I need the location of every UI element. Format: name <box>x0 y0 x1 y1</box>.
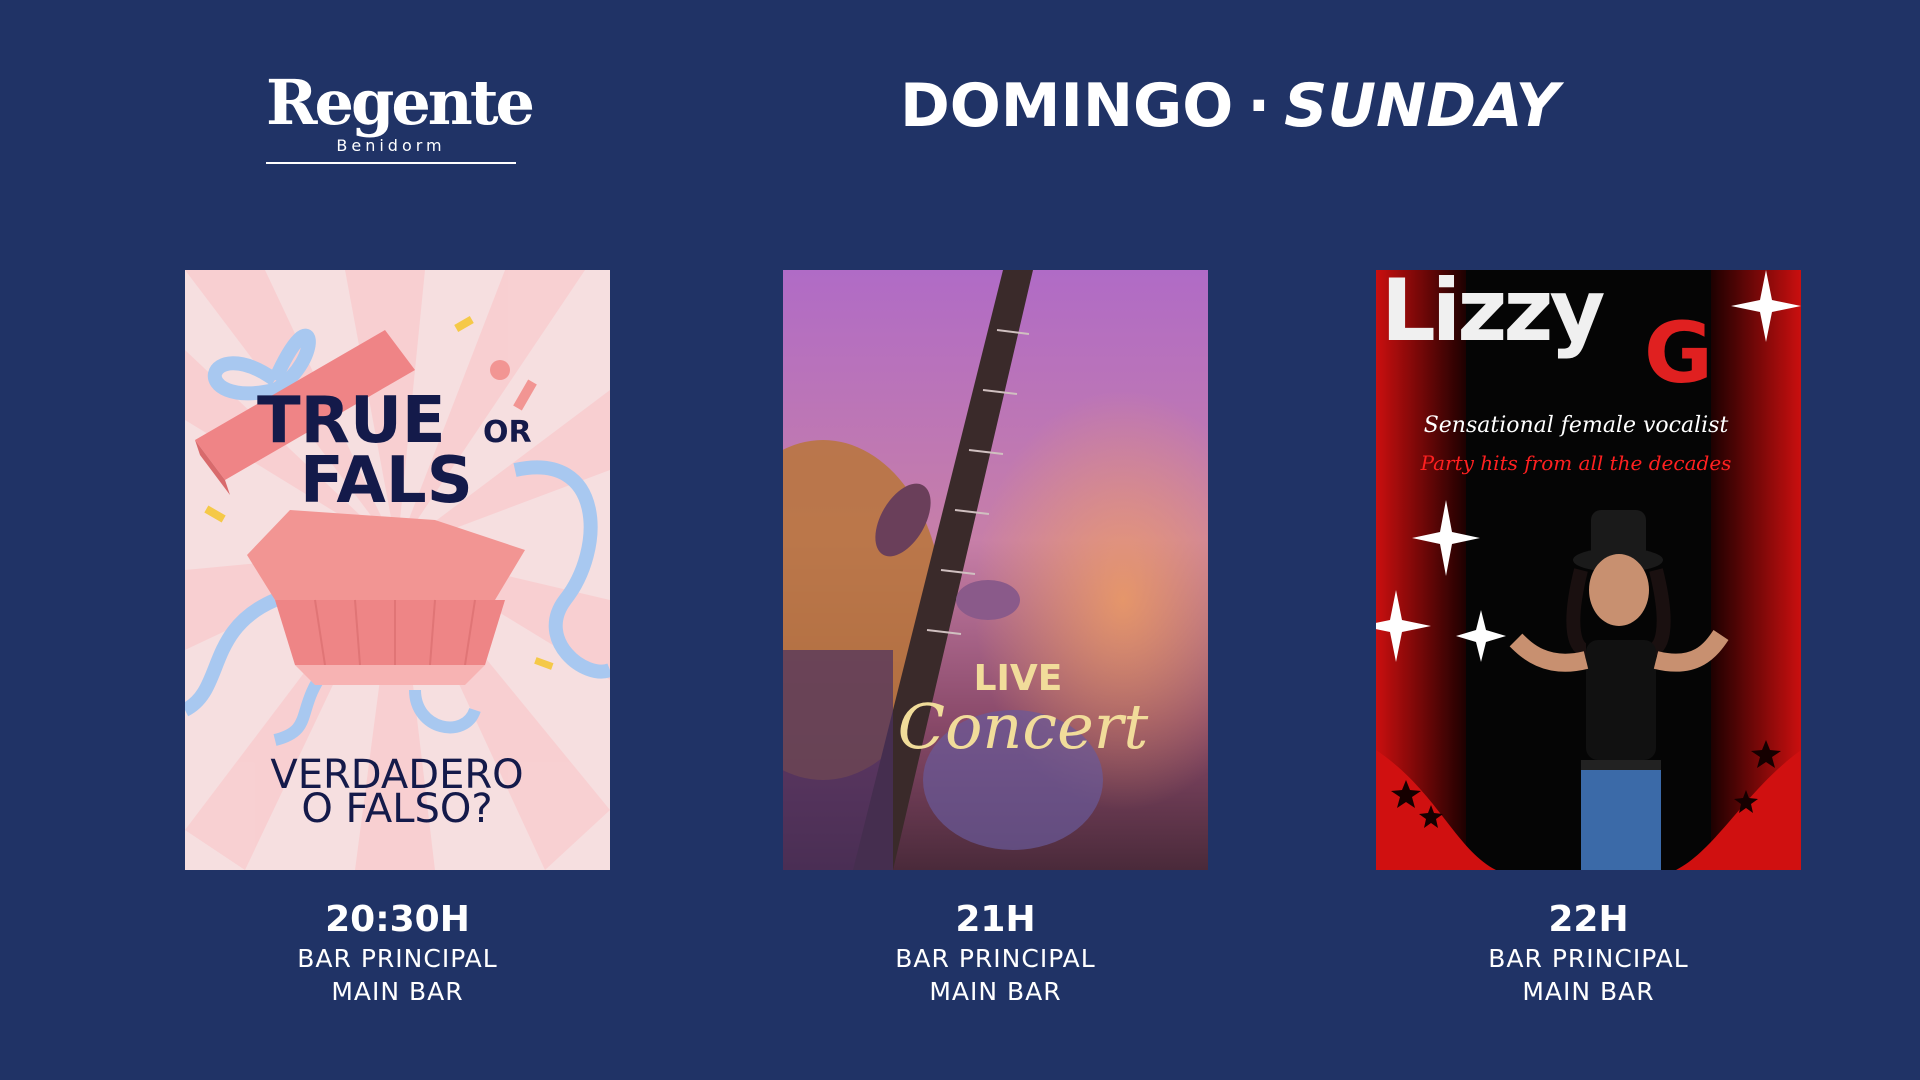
poster1-or: OR <box>483 415 532 450</box>
event-venue-en: MAIN BAR <box>1522 977 1655 1006</box>
event-venue-en: MAIN BAR <box>331 977 464 1006</box>
event-venue-es: BAR PRINCIPAL <box>895 944 1096 973</box>
event-time: 21H <box>955 899 1036 940</box>
event-venue-en: MAIN BAR <box>929 977 1062 1006</box>
poster2-line2: Concert <box>898 690 1149 763</box>
title-separator: · <box>1247 71 1271 141</box>
logo-location: Benidorm <box>336 136 446 155</box>
poster-live-concert[interactable]: LIVE Concert <box>783 270 1208 870</box>
page-title: DOMINGO · SUNDAY <box>900 70 1660 142</box>
poster1-es-line2: O FALSO? <box>301 786 492 832</box>
event-info-3: 22H BAR PRINCIPAL MAIN BAR <box>1376 898 1801 1008</box>
event-venue-es: BAR PRINCIPAL <box>297 944 498 973</box>
poster3-name: Lizzy <box>1381 270 1604 361</box>
poster-lizzy-g[interactable]: Lizzy G Sensational female vocalist Part… <box>1376 270 1801 870</box>
logo-name: Regente <box>266 66 535 139</box>
event-info-1: 20:30H BAR PRINCIPAL MAIN BAR <box>185 898 610 1008</box>
poster-true-or-false[interactable]: TRUE OR FALS VERDADERO O FALSO? <box>185 270 610 870</box>
poster-true-or-false-art: TRUE OR FALS VERDADERO O FALSO? <box>185 270 610 870</box>
event-time: 20:30H <box>325 899 470 940</box>
event-info-2: 21H BAR PRINCIPAL MAIN BAR <box>783 898 1208 1008</box>
poster3-initial: G <box>1644 304 1713 402</box>
poster1-line2: FALS <box>300 444 473 518</box>
poster3-tagline: Sensational female vocalist <box>1424 413 1729 438</box>
logo-underline <box>266 162 516 164</box>
title-spanish: DOMINGO <box>900 71 1234 141</box>
regente-logo: Regente Benidorm <box>266 66 535 164</box>
poster-live-concert-art: LIVE Concert <box>783 270 1208 870</box>
title-english: SUNDAY <box>1284 71 1560 141</box>
event-venue-es: BAR PRINCIPAL <box>1488 944 1689 973</box>
poster3-subline: Party hits from all the decades <box>1420 451 1732 475</box>
event-time: 22H <box>1548 899 1629 940</box>
poster-lizzy-g-art: Lizzy G Sensational female vocalist Part… <box>1376 270 1801 870</box>
